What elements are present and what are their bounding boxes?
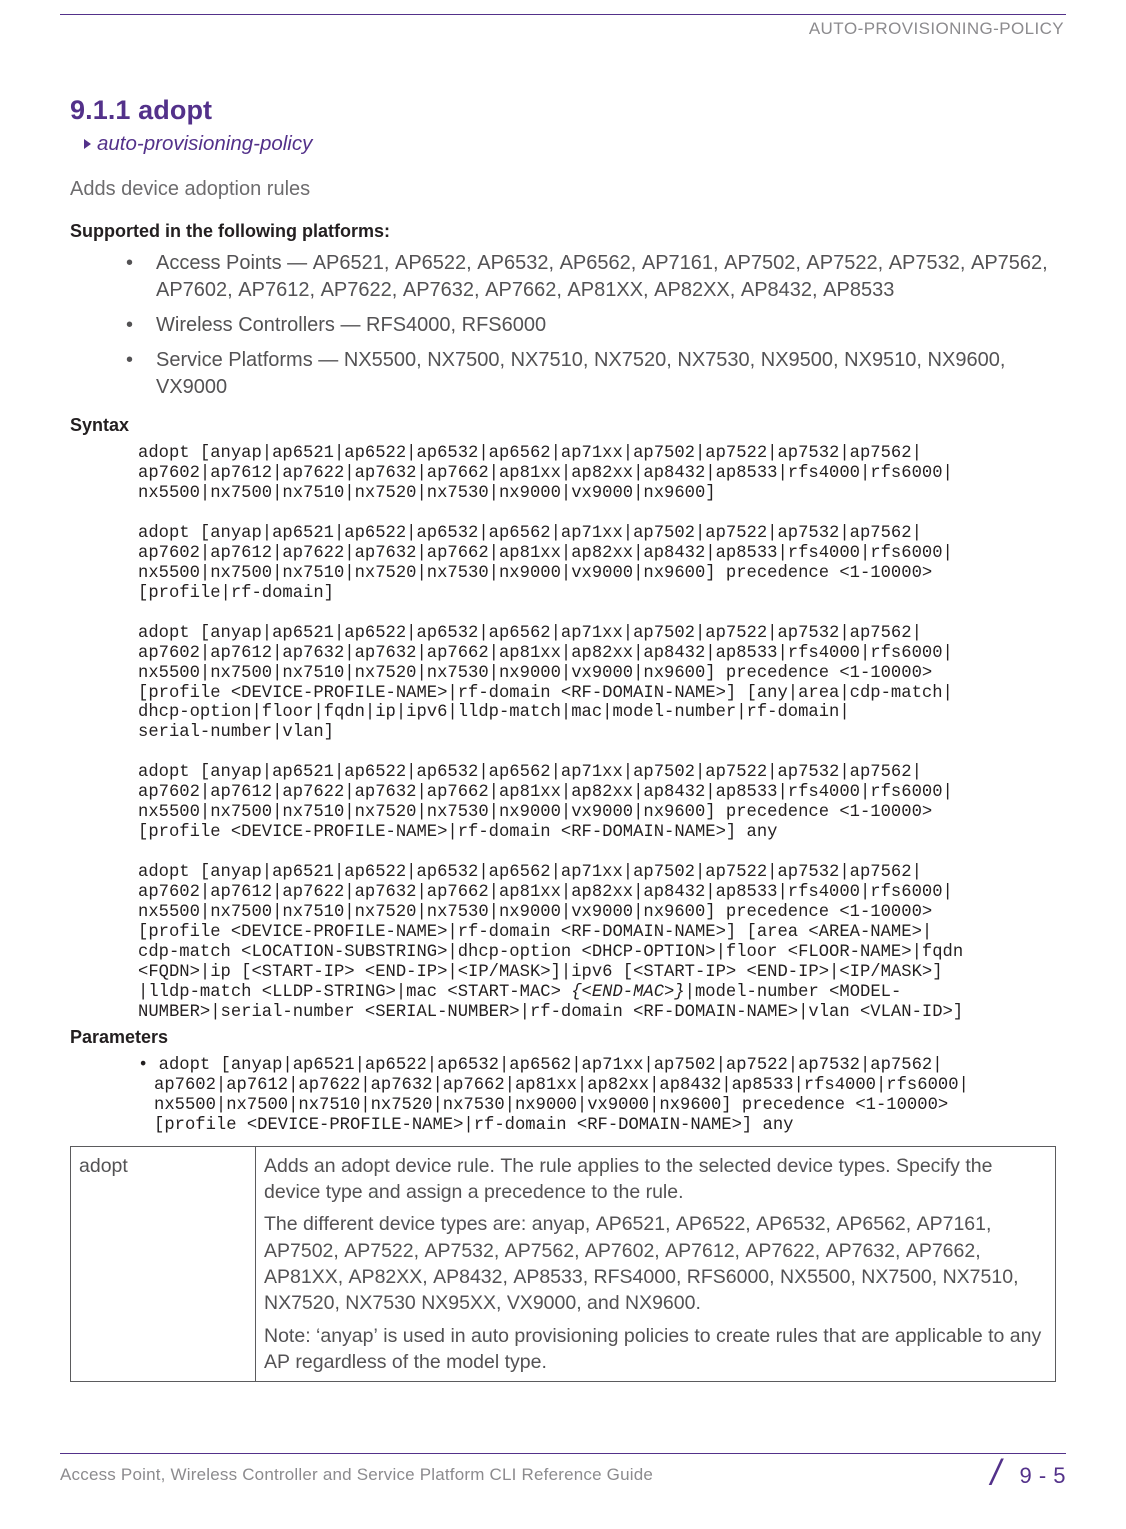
footer-doc-title: Access Point, Wireless Controller and Se…	[60, 1465, 653, 1485]
param-name-cell: adopt	[71, 1146, 256, 1382]
page-footer: Access Point, Wireless Controller and Se…	[60, 1453, 1066, 1489]
breadcrumb-link[interactable]: auto-provisioning-policy	[97, 132, 312, 156]
intro-text: Adds device adoption rules	[70, 176, 1056, 203]
parameters-table: adopt Adds an adopt device rule. The rul…	[70, 1146, 1056, 1383]
breadcrumb: auto-provisioning-policy	[70, 132, 1056, 156]
table-row: adopt Adds an adopt device rule. The rul…	[71, 1146, 1056, 1382]
syntax-text: adopt [anyap|ap6521|ap6522|ap6532|ap6562…	[138, 863, 963, 1002]
platforms-label: Supported in the following platforms:	[70, 221, 1056, 242]
footer-rule	[60, 1453, 1066, 1454]
arrow-right-icon	[84, 139, 91, 149]
list-item: Access Points — AP6521, AP6522, AP6532, …	[126, 250, 1056, 304]
list-item: Wireless Controllers — RFS4000, RFS6000	[126, 312, 1056, 339]
param-desc-text: The different device types are: anyap, A…	[264, 1211, 1047, 1316]
param-desc-cell: Adds an adopt device rule. The rule appl…	[256, 1146, 1056, 1382]
syntax-label: Syntax	[70, 415, 1056, 436]
param-desc-text: Adds an adopt device rule. The rule appl…	[264, 1153, 1047, 1206]
header-rule	[60, 14, 1066, 15]
syntax-block: adopt [anyap|ap6521|ap6522|ap6532|ap6562…	[138, 863, 1056, 1023]
parameters-label: Parameters	[70, 1027, 1056, 1048]
syntax-block: adopt [anyap|ap6521|ap6522|ap6532|ap6562…	[138, 624, 1056, 744]
section-heading: 9.1.1 adopt	[70, 95, 1056, 126]
platforms-list: Access Points — AP6521, AP6522, AP6532, …	[70, 250, 1056, 401]
footer-right: / 9 - 5	[991, 1460, 1066, 1489]
header-section-name: AUTO-PROVISIONING-POLICY	[60, 19, 1066, 39]
syntax-block: adopt [anyap|ap6521|ap6522|ap6532|ap6562…	[138, 524, 1056, 604]
page-number: 9 - 5	[1019, 1463, 1066, 1488]
param-desc-text: Note: ‘anyap’ is used in auto provisioni…	[264, 1323, 1047, 1376]
list-item: Service Platforms — NX5500, NX7500, NX75…	[126, 347, 1056, 401]
parameters-lead: • adopt [anyap|ap6521|ap6522|ap6532|ap65…	[138, 1056, 1056, 1136]
syntax-placeholder: {<END-MAC>}	[571, 983, 684, 1002]
syntax-block: adopt [anyap|ap6521|ap6522|ap6532|ap6562…	[138, 444, 1056, 504]
syntax-block: adopt [anyap|ap6521|ap6522|ap6532|ap6562…	[138, 763, 1056, 843]
slash-icon: /	[991, 1462, 1015, 1484]
